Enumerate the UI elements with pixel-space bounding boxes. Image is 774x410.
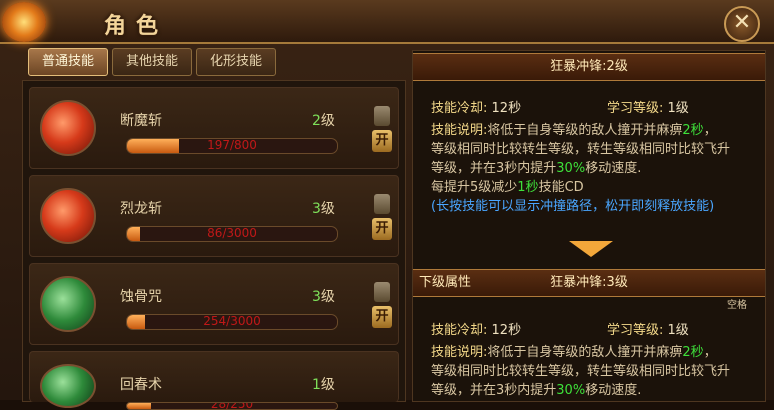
next-learn-level: 学习等级: 1级 — [607, 323, 689, 338]
auto-toggle[interactable]: 开 — [372, 106, 392, 152]
next-description: 技能说明:将低于自身等级的敌人撞开并麻痹2秒， 等级相同时比较转生等级，转生等级… — [431, 345, 731, 398]
close-button[interactable]: ✕ — [724, 6, 760, 42]
skill-level: 2级 — [312, 113, 335, 129]
skill-name: 断魔斩 — [120, 113, 162, 129]
leaf-icon — [40, 364, 96, 408]
auto-toggle[interactable]: 开 — [372, 282, 392, 328]
skill-level: 1级 — [312, 377, 335, 393]
tab-other-skills[interactable]: 其他技能 — [112, 48, 192, 76]
skill-level: 3级 — [312, 289, 335, 305]
skill-progress-bar: 197/800 — [126, 138, 338, 154]
skill-level: 3级 — [312, 201, 335, 217]
skill-list: 断魔斩 2级 197/800 开 烈龙斩 3级 86/3000 开 蚀骨咒 3级… — [22, 80, 406, 410]
skill-item[interactable]: 回春术 1级 28/250 — [29, 351, 399, 410]
skill-progress-bar: 28/250 — [126, 402, 338, 410]
current-description: 技能说明:将低于自身等级的敌人撞开并麻痹2秒， 等级相同时比较转生等级，转生等级… — [431, 123, 731, 214]
skill-item[interactable]: 断魔斩 2级 197/800 开 — [29, 87, 399, 169]
current-cooldown: 技能冷却: 12秒 — [431, 101, 522, 116]
skill-progress-bar: 254/3000 — [126, 314, 338, 330]
emblem-icon — [2, 2, 46, 42]
skill-name: 回春术 — [120, 377, 162, 393]
skill-item[interactable]: 烈龙斩 3级 86/3000 开 — [29, 175, 399, 257]
next-cooldown: 技能冷却: 12秒 — [431, 323, 522, 338]
skill-item[interactable]: 蚀骨咒 3级 254/3000 开 — [29, 263, 399, 345]
down-arrow-icon — [569, 241, 613, 257]
dragon-slash-icon — [40, 188, 96, 244]
title-bar: 角色 ✕ — [0, 0, 774, 44]
auto-toggle[interactable]: 开 — [372, 194, 392, 240]
skull-icon — [40, 276, 96, 332]
slash-icon — [40, 100, 96, 156]
skill-progress-bar: 86/3000 — [126, 226, 338, 242]
tab-normal-skills[interactable]: 普通技能 — [28, 48, 108, 76]
current-skill-header: 狂暴冲锋:2级 — [413, 53, 765, 81]
tab-transform-skills[interactable]: 化形技能 — [196, 48, 276, 76]
current-learn-level: 学习等级: 1级 — [607, 101, 689, 116]
window-title: 角色 — [104, 13, 169, 39]
next-skill-header: 下级属性 狂暴冲锋:3级 — [413, 269, 765, 297]
corner-label: 空格 — [727, 300, 747, 311]
skill-name: 蚀骨咒 — [120, 289, 162, 305]
skill-name: 烈龙斩 — [120, 201, 162, 217]
skill-detail-panel: 狂暴冲锋:2级 技能冷却: 12秒 学习等级: 1级 技能说明:将低于自身等级的… — [412, 50, 766, 402]
